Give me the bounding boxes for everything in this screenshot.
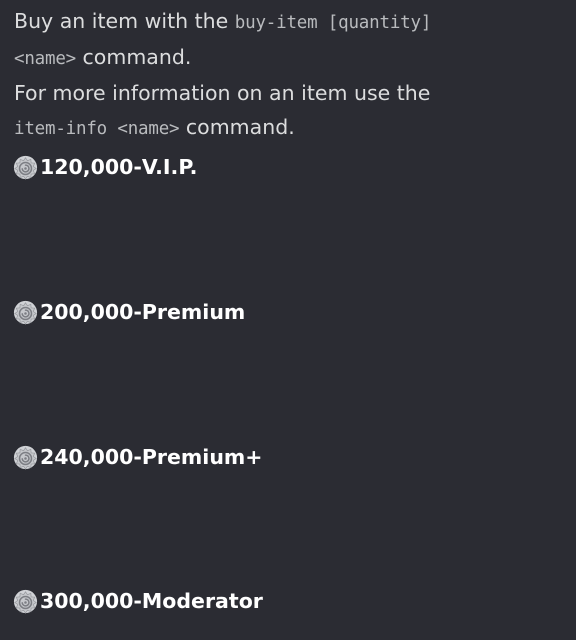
instruction-text: command. [76, 45, 192, 69]
item-separator: - [133, 589, 142, 613]
coin-icon [13, 155, 38, 180]
coin-icon [13, 589, 38, 614]
item-info-command: item-info <name> [14, 119, 180, 139]
instruction-line-2: <name> command. [14, 40, 562, 76]
item-price: 120,000 [40, 155, 134, 179]
shop-item: 300,000 - Moderator [12, 586, 263, 616]
instruction-text: For more information on an item use the [14, 81, 431, 105]
item-separator: - [133, 155, 142, 179]
item-separator: - [133, 445, 142, 469]
item-name: Premium [141, 300, 246, 324]
item-name: V.I.P. [141, 155, 198, 179]
item-name: Premium+ [141, 445, 263, 469]
shop-item: 240,000 - Premium+ [12, 442, 262, 472]
shop-item: 200,000 - Premium [12, 297, 245, 327]
instruction-line-4: item-info <name> command. [14, 110, 562, 146]
item-price: 240,000 [40, 445, 134, 469]
item-name: Moderator [141, 589, 263, 613]
message-content: Buy an item with the buy-item [quantity]… [0, 0, 576, 640]
coin-icon [13, 445, 38, 470]
instruction-text: command. [179, 115, 295, 139]
item-separator: - [133, 300, 142, 324]
instruction-text: Buy an item with the [14, 9, 235, 33]
instruction-line-3: For more information on an item use the [14, 76, 562, 110]
buy-item-command: buy-item [quantity] [234, 13, 432, 33]
shop-instructions: Buy an item with the buy-item [quantity]… [14, 4, 562, 146]
coin-icon [13, 300, 38, 325]
shop-item: 120,000 - V.I.P. [12, 152, 197, 182]
item-price: 300,000 [40, 589, 134, 613]
item-price: 200,000 [40, 300, 134, 324]
name-argument: <name> [14, 49, 77, 69]
instruction-line-1: Buy an item with the buy-item [quantity] [14, 4, 562, 40]
